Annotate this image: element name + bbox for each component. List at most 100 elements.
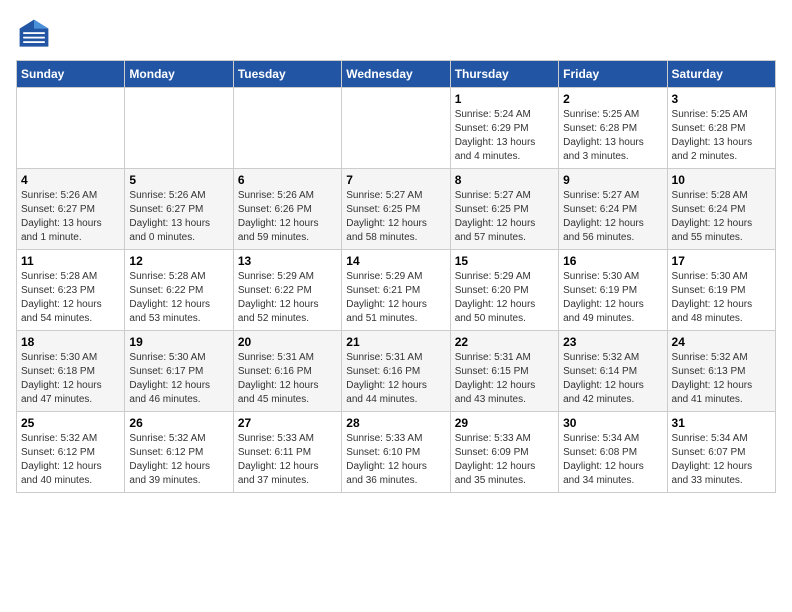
calendar-cell: 8 Sunrise: 5:27 AM Sunset: 6:25 PM Daylig…: [450, 169, 558, 250]
day-info: Sunrise: 5:27 AM Sunset: 6:25 PM Dayligh…: [346, 189, 445, 245]
day-info: Sunrise: 5:29 AM Sunset: 6:20 PM Dayligh…: [455, 270, 554, 326]
logo: [16, 16, 56, 52]
day-number: 16: [563, 254, 662, 268]
calendar-cell: 7Sunrise: 5:27 AM Sunset: 6:25 PM Daylig…: [342, 169, 450, 250]
day-number: 22: [455, 335, 554, 349]
day-number: 23: [563, 335, 662, 349]
calendar-cell: 25 Sunrise: 5:32 AM Sunset: 6:12 PM Dayli…: [17, 412, 125, 493]
day-number: 24: [672, 335, 771, 349]
calendar-cell: 26 Sunrise: 5:32 AM Sunset: 6:12 PM Dayli…: [125, 412, 233, 493]
day-info: Sunrise: 5:25 AM Sunset: 6:28 PM Dayligh…: [563, 108, 662, 164]
day-info: Sunrise: 5:32 AM Sunset: 6:14 PM Dayligh…: [563, 351, 662, 407]
day-number: 2: [563, 92, 662, 106]
calendar-cell: 12 Sunrise: 5:28 AM Sunset: 6:22 PM Dayli…: [125, 250, 233, 331]
day-number: 31: [672, 416, 771, 430]
calendar-cell: 9 Sunrise: 5:27 AM Sunset: 6:24 PM Daylig…: [559, 169, 667, 250]
calendar-cell: 5Sunrise: 5:26 AM Sunset: 6:27 PM Daylig…: [125, 169, 233, 250]
calendar-week-row: 11 Sunrise: 5:28 AM Sunset: 6:23 PM Dayli…: [17, 250, 776, 331]
day-number: 4: [21, 173, 120, 187]
calendar-week-row: 18Sunrise: 5:30 AM Sunset: 6:18 PM Dayli…: [17, 331, 776, 412]
day-info: Sunrise: 5:27 AM Sunset: 6:24 PM Dayligh…: [563, 189, 662, 245]
calendar-cell: 29 Sunrise: 5:33 AM Sunset: 6:09 PM Dayli…: [450, 412, 558, 493]
day-number: 15: [455, 254, 554, 268]
day-number: 17: [672, 254, 771, 268]
weekday-header-friday: Friday: [559, 61, 667, 88]
day-number: 20: [238, 335, 337, 349]
day-number: 29: [455, 416, 554, 430]
day-number: 10: [672, 173, 771, 187]
calendar-cell: 22 Sunrise: 5:31 AM Sunset: 6:15 PM Dayli…: [450, 331, 558, 412]
day-number: 26: [129, 416, 228, 430]
calendar-cell: 21 Sunrise: 5:31 AM Sunset: 6:16 PM Dayli…: [342, 331, 450, 412]
day-number: 27: [238, 416, 337, 430]
calendar-cell: 17 Sunrise: 5:30 AM Sunset: 6:19 PM Dayli…: [667, 250, 775, 331]
day-number: 30: [563, 416, 662, 430]
calendar-cell: 13Sunrise: 5:29 AM Sunset: 6:22 PM Dayli…: [233, 250, 341, 331]
calendar-cell: 24 Sunrise: 5:32 AM Sunset: 6:13 PM Dayli…: [667, 331, 775, 412]
calendar-cell: 27 Sunrise: 5:33 AM Sunset: 6:11 PM Dayli…: [233, 412, 341, 493]
day-info: Sunrise: 5:32 AM Sunset: 6:12 PM Dayligh…: [21, 432, 120, 488]
weekday-header-saturday: Saturday: [667, 61, 775, 88]
day-info: Sunrise: 5:24 AM Sunset: 6:29 PM Dayligh…: [455, 108, 554, 164]
calendar-cell: 23 Sunrise: 5:32 AM Sunset: 6:14 PM Dayli…: [559, 331, 667, 412]
day-number: 5: [129, 173, 228, 187]
day-number: 28: [346, 416, 445, 430]
calendar-cell: 11 Sunrise: 5:28 AM Sunset: 6:23 PM Dayli…: [17, 250, 125, 331]
day-info: Sunrise: 5:31 AM Sunset: 6:16 PM Dayligh…: [346, 351, 445, 407]
calendar-cell: 10Sunrise: 5:28 AM Sunset: 6:24 PM Dayli…: [667, 169, 775, 250]
calendar-cell: 28Sunrise: 5:33 AM Sunset: 6:10 PM Dayli…: [342, 412, 450, 493]
day-info: Sunrise: 5:28 AM Sunset: 6:22 PM Dayligh…: [129, 270, 228, 326]
calendar-cell: 16 Sunrise: 5:30 AM Sunset: 6:19 PM Dayli…: [559, 250, 667, 331]
logo-icon: [16, 16, 52, 52]
day-number: 3: [672, 92, 771, 106]
calendar-cell: 1Sunrise: 5:24 AM Sunset: 6:29 PM Daylig…: [450, 88, 558, 169]
calendar-table: SundayMondayTuesdayWednesdayThursdayFrid…: [16, 60, 776, 493]
weekday-header-monday: Monday: [125, 61, 233, 88]
day-number: 8: [455, 173, 554, 187]
page-header: [16, 16, 776, 52]
calendar-cell: 31 Sunrise: 5:34 AM Sunset: 6:07 PM Dayli…: [667, 412, 775, 493]
calendar-cell: 18Sunrise: 5:30 AM Sunset: 6:18 PM Dayli…: [17, 331, 125, 412]
calendar-week-row: 4 Sunrise: 5:26 AM Sunset: 6:27 PM Daylig…: [17, 169, 776, 250]
day-info: Sunrise: 5:28 AM Sunset: 6:23 PM Dayligh…: [21, 270, 120, 326]
day-info: Sunrise: 5:33 AM Sunset: 6:11 PM Dayligh…: [238, 432, 337, 488]
weekday-header-sunday: Sunday: [17, 61, 125, 88]
calendar-cell: [17, 88, 125, 169]
day-info: Sunrise: 5:32 AM Sunset: 6:12 PM Dayligh…: [129, 432, 228, 488]
day-info: Sunrise: 5:31 AM Sunset: 6:15 PM Dayligh…: [455, 351, 554, 407]
day-number: 9: [563, 173, 662, 187]
day-info: Sunrise: 5:30 AM Sunset: 6:17 PM Dayligh…: [129, 351, 228, 407]
calendar-cell: [125, 88, 233, 169]
day-number: 6: [238, 173, 337, 187]
day-info: Sunrise: 5:27 AM Sunset: 6:25 PM Dayligh…: [455, 189, 554, 245]
calendar-cell: [342, 88, 450, 169]
day-info: Sunrise: 5:30 AM Sunset: 6:19 PM Dayligh…: [563, 270, 662, 326]
day-info: Sunrise: 5:34 AM Sunset: 6:07 PM Dayligh…: [672, 432, 771, 488]
day-number: 13: [238, 254, 337, 268]
day-info: Sunrise: 5:30 AM Sunset: 6:18 PM Dayligh…: [21, 351, 120, 407]
calendar-week-row: 1Sunrise: 5:24 AM Sunset: 6:29 PM Daylig…: [17, 88, 776, 169]
day-number: 11: [21, 254, 120, 268]
day-info: Sunrise: 5:31 AM Sunset: 6:16 PM Dayligh…: [238, 351, 337, 407]
day-info: Sunrise: 5:25 AM Sunset: 6:28 PM Dayligh…: [672, 108, 771, 164]
day-number: 21: [346, 335, 445, 349]
calendar-header-row: SundayMondayTuesdayWednesdayThursdayFrid…: [17, 61, 776, 88]
calendar-cell: 30Sunrise: 5:34 AM Sunset: 6:08 PM Dayli…: [559, 412, 667, 493]
day-number: 25: [21, 416, 120, 430]
day-info: Sunrise: 5:26 AM Sunset: 6:26 PM Dayligh…: [238, 189, 337, 245]
calendar-cell: 3 Sunrise: 5:25 AM Sunset: 6:28 PM Daylig…: [667, 88, 775, 169]
weekday-header-wednesday: Wednesday: [342, 61, 450, 88]
day-info: Sunrise: 5:32 AM Sunset: 6:13 PM Dayligh…: [672, 351, 771, 407]
day-info: Sunrise: 5:30 AM Sunset: 6:19 PM Dayligh…: [672, 270, 771, 326]
weekday-header-tuesday: Tuesday: [233, 61, 341, 88]
calendar-cell: [233, 88, 341, 169]
weekday-header-thursday: Thursday: [450, 61, 558, 88]
day-number: 12: [129, 254, 228, 268]
day-info: Sunrise: 5:29 AM Sunset: 6:21 PM Dayligh…: [346, 270, 445, 326]
day-info: Sunrise: 5:33 AM Sunset: 6:09 PM Dayligh…: [455, 432, 554, 488]
day-number: 14: [346, 254, 445, 268]
calendar-cell: 4 Sunrise: 5:26 AM Sunset: 6:27 PM Daylig…: [17, 169, 125, 250]
calendar-week-row: 25 Sunrise: 5:32 AM Sunset: 6:12 PM Dayli…: [17, 412, 776, 493]
day-info: Sunrise: 5:26 AM Sunset: 6:27 PM Dayligh…: [21, 189, 120, 245]
calendar-cell: 6 Sunrise: 5:26 AM Sunset: 6:26 PM Daylig…: [233, 169, 341, 250]
